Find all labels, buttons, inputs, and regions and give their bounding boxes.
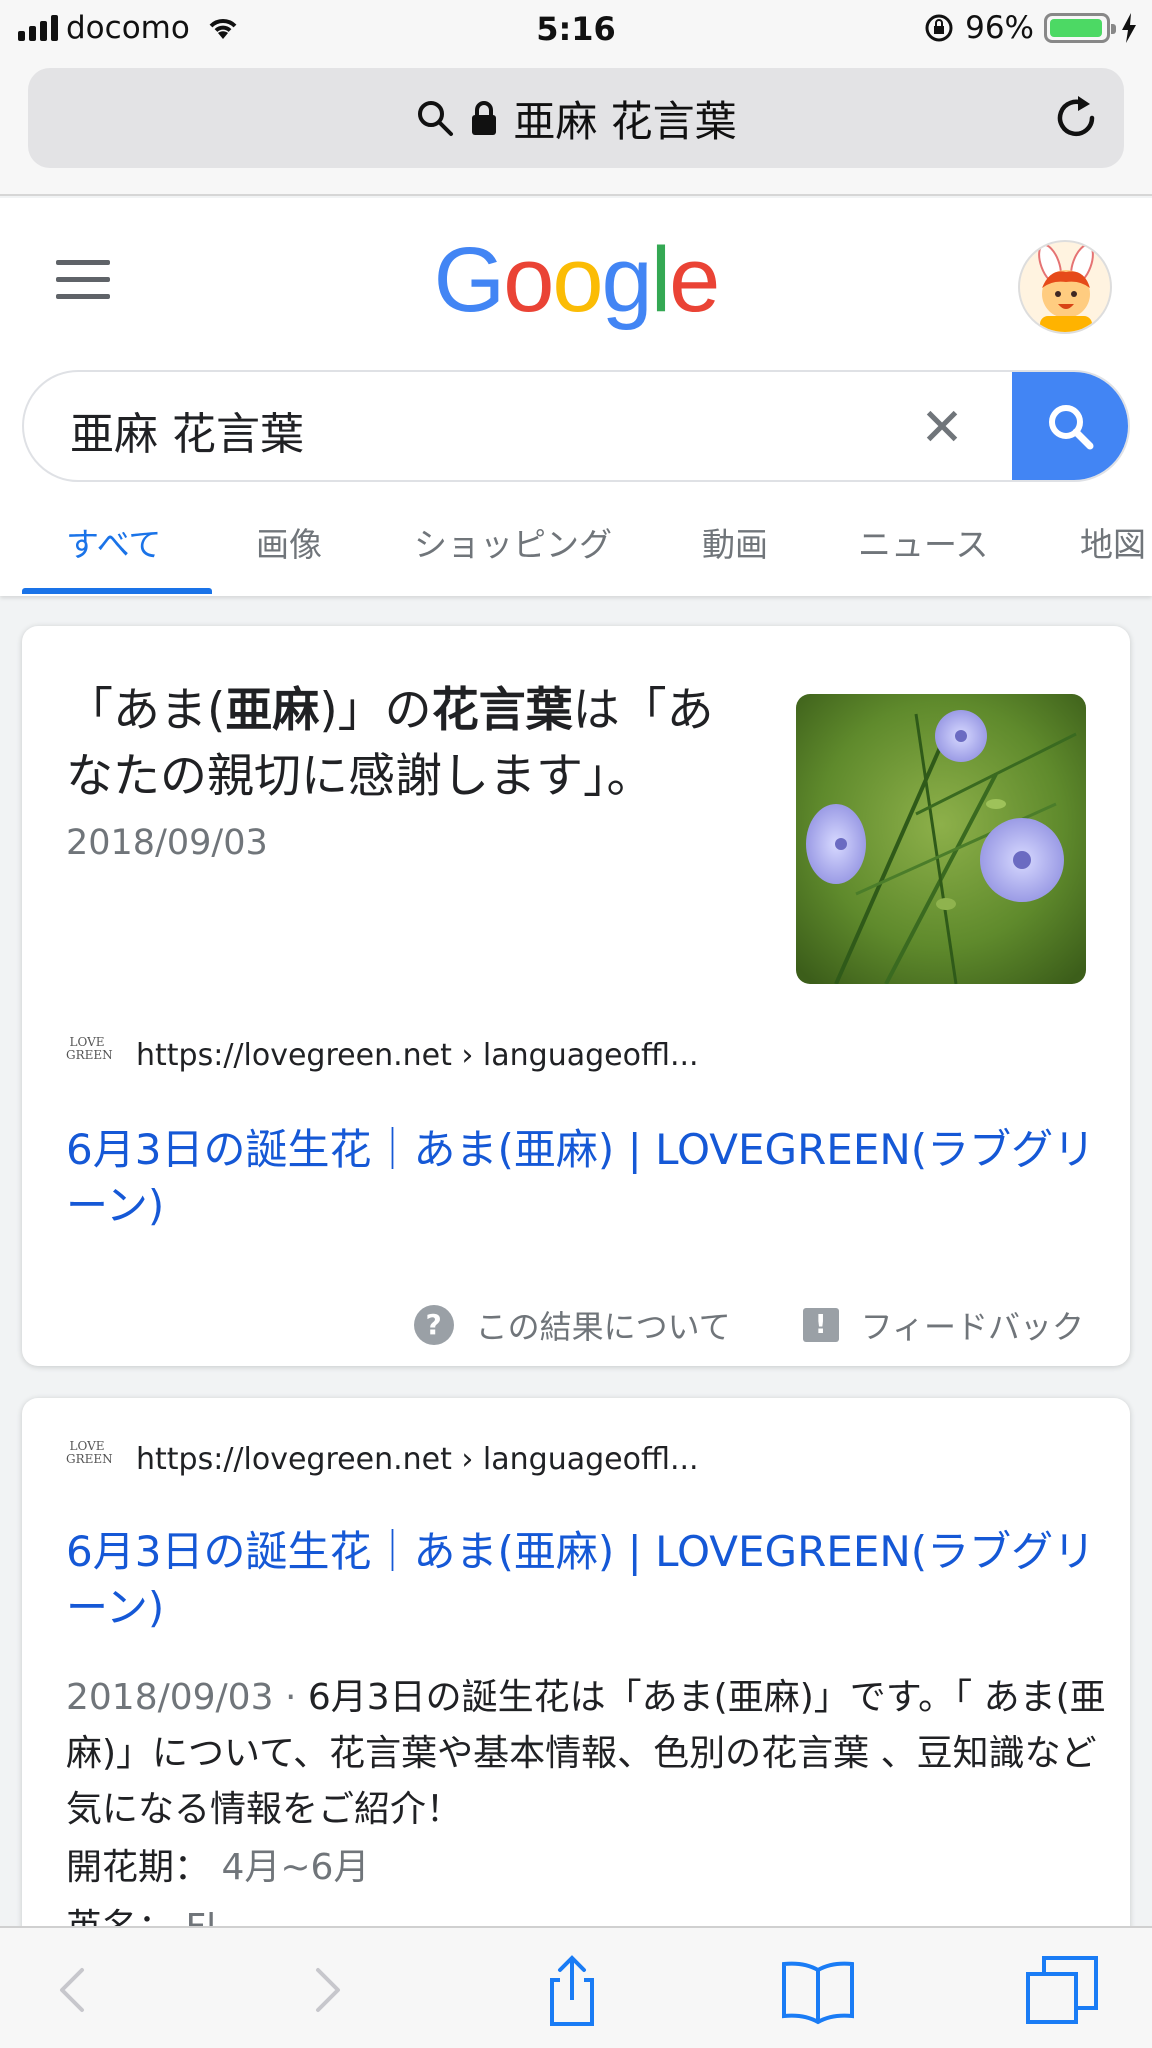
tab-news[interactable]: ニュース <box>858 518 988 566</box>
result-source[interactable]: LOVE GREEN https://lovegreen.net › langu… <box>66 1438 699 1480</box>
reload-icon[interactable] <box>1050 92 1102 144</box>
bookmarks-icon[interactable] <box>778 1950 858 2030</box>
lovegreen-favicon: LOVE GREEN <box>66 1034 113 1076</box>
feedback-icon[interactable]: ! <box>802 1308 839 1342</box>
safari-toolbar <box>0 1926 1152 2048</box>
tab-videos[interactable]: 動画 <box>702 518 768 566</box>
result-date: 2018/09/03 <box>66 1677 274 1718</box>
rotation-lock-icon <box>925 14 953 42</box>
english-name-value: Fl <box>185 1907 216 1926</box>
battery-fill <box>1050 19 1102 37</box>
result-title-link[interactable]: 6月3日の誕生花｜あま(亜麻) | LOVEGREEN(ラブグリーン) <box>66 1524 1106 1636</box>
bloom-period-row: 開花期： 4月~6月 <box>66 1838 369 1890</box>
tabs-icon[interactable] <box>1024 1950 1104 2030</box>
logo-letter: l <box>650 229 672 331</box>
snippet-answer: 「あま(亜麻)」の花言葉は「あなたの親切に感謝します」。 2018/09/03 <box>66 678 756 876</box>
search-button[interactable] <box>1012 372 1128 480</box>
about-result-link[interactable]: この結果について <box>476 1302 731 1348</box>
share-icon[interactable] <box>532 1950 612 2030</box>
snippet-source[interactable]: LOVE GREEN https://lovegreen.net › langu… <box>66 1034 699 1076</box>
logo-letter: G <box>433 229 506 331</box>
back-icon[interactable] <box>34 1950 114 2030</box>
tab-all[interactable]: すべて <box>66 518 161 566</box>
tab-images[interactable]: 画像 <box>256 518 322 566</box>
address-bar[interactable]: 亜麻 花言葉 <box>28 68 1124 168</box>
search-box[interactable]: 亜麻 花言葉 ✕ <box>22 370 1130 482</box>
logo-letter: g <box>601 229 653 331</box>
address-content: 亜麻 花言葉 <box>28 68 1124 168</box>
snippet-text: )」の <box>319 683 432 738</box>
snippet-bold-text: 亜麻 <box>225 683 320 738</box>
logo-letter: o <box>552 229 603 331</box>
google-header: Google 亜麻 花言葉 ✕ すべて 画像 ショッピング 動画 ニュース 地図 <box>0 198 1152 596</box>
lovegreen-favicon: LOVE GREEN <box>66 1438 113 1480</box>
feedback-link[interactable]: フィードバック <box>861 1302 1084 1348</box>
google-logo[interactable]: Google <box>0 228 1152 333</box>
flower-photo <box>796 694 1086 984</box>
clear-search-button[interactable]: ✕ <box>914 400 970 456</box>
avatar-illustration <box>1038 243 1094 332</box>
battery-percent: 96% <box>965 10 1034 46</box>
site-url: https://lovegreen.net › languageoffl... <box>136 1037 699 1073</box>
favicon-line: GREEN <box>66 1452 113 1466</box>
status-right: 96% <box>923 10 1138 46</box>
safari-address-area: 亜麻 花言葉 <box>0 60 1152 196</box>
snippet-result-link[interactable]: 6月3日の誕生花｜あま(亜麻) | LOVEGREEN(ラブグリーン) <box>66 1122 1106 1234</box>
status-bar: docomo 5:16 96% <box>0 0 1152 60</box>
english-name-row: 英名： Fl <box>66 1898 216 1926</box>
battery-icon <box>1044 13 1116 43</box>
snippet-footer: ? この結果について ! フィードバック <box>413 1302 1084 1348</box>
result-snippet: 2018/09/03 · 6月3日の誕生花は「あま(亜麻)」です。「 あま(亜麻… <box>66 1670 1106 1838</box>
snippet-bold-text: 花言葉 <box>431 683 573 738</box>
tab-maps[interactable]: 地図 <box>1080 518 1146 566</box>
charging-bolt-icon <box>1122 13 1136 43</box>
address-text: 亜麻 花言葉 <box>513 96 737 146</box>
active-tab-indicator <box>22 588 212 594</box>
search-result-card: LOVE GREEN https://lovegreen.net › langu… <box>22 1398 1130 1926</box>
forward-icon[interactable] <box>286 1950 366 2030</box>
date-separator: · <box>273 1677 308 1718</box>
lock-icon <box>472 101 497 135</box>
english-name-label: 英名： <box>66 1907 174 1926</box>
google-results-page: Google 亜麻 花言葉 ✕ すべて 画像 ショッピング 動画 ニュース 地図… <box>0 198 1152 1926</box>
snippet-text: 「あま( <box>66 683 226 738</box>
favicon-line: GREEN <box>66 1048 113 1062</box>
featured-snippet-card: 「あま(亜麻)」の花言葉は「あなたの親切に感謝します」。 2018/09/03 <box>22 626 1130 1366</box>
search-input[interactable]: 亜麻 花言葉 <box>70 398 304 462</box>
logo-letter: e <box>669 229 720 331</box>
search-icon <box>418 101 454 136</box>
flax-flower-image[interactable] <box>796 694 1086 984</box>
snippet-date: 2018/09/03 <box>66 823 268 863</box>
avatar[interactable] <box>1018 240 1112 334</box>
bloom-label: 開花期： <box>66 1847 211 1888</box>
search-tabs: すべて 画像 ショッピング 動画 ニュース 地図 <box>0 498 1152 594</box>
screen: docomo 5:16 96% 亜麻 花言葉 Google 亜麻 花言葉 ✕ す… <box>0 0 1152 2048</box>
bloom-value: 4月~6月 <box>221 1847 370 1888</box>
search-icon <box>1049 405 1094 450</box>
logo-letter: o <box>503 229 554 331</box>
help-icon[interactable]: ? <box>413 1305 454 1345</box>
tab-shopping[interactable]: ショッピング <box>414 518 612 566</box>
site-url: https://lovegreen.net › languageoffl... <box>136 1441 699 1477</box>
